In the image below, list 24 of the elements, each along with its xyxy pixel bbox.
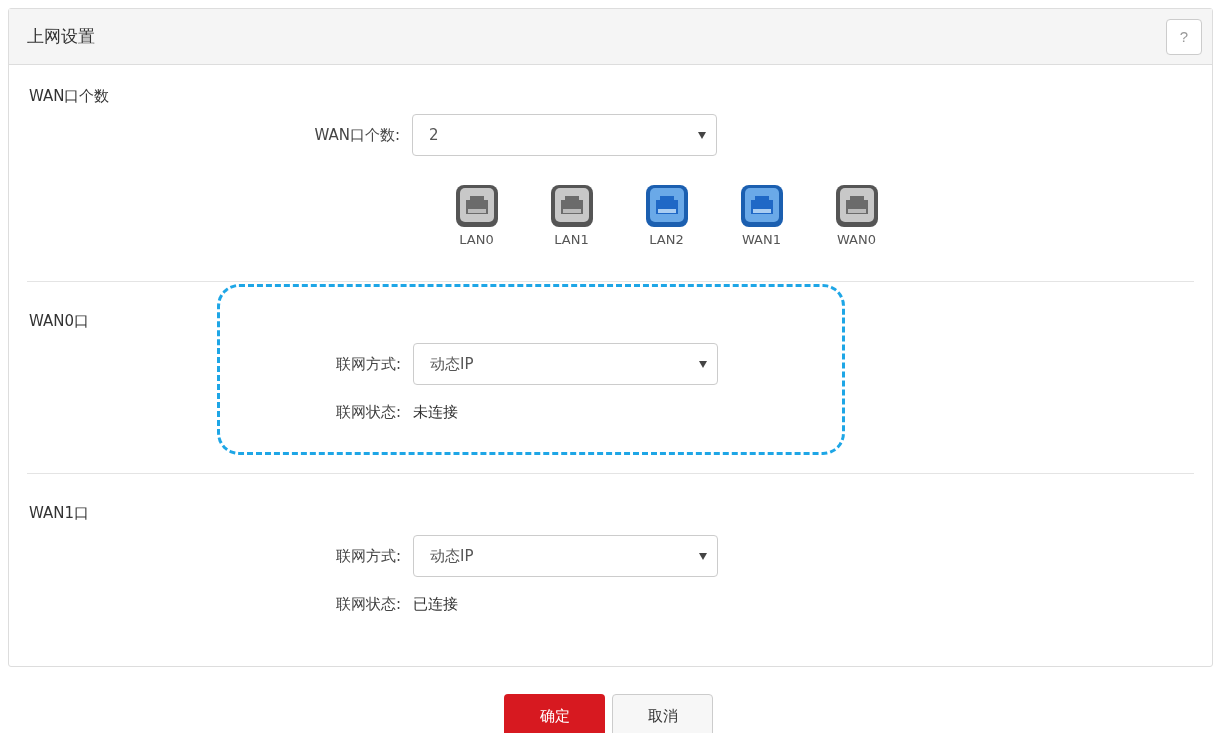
field-label: 联网状态: bbox=[334, 595, 402, 614]
section-heading: WAN口个数 bbox=[29, 87, 111, 106]
connection-mode-select[interactable]: 动态IP bbox=[413, 535, 718, 577]
section-heading: WAN0口 bbox=[29, 312, 91, 331]
field-label: 联网方式: bbox=[334, 546, 402, 566]
wan-count-select[interactable]: 2 bbox=[412, 114, 717, 156]
port-label: WAN1 bbox=[741, 232, 781, 247]
status-value: 未连接 bbox=[413, 403, 458, 422]
cancel-button[interactable]: 取消 bbox=[612, 694, 713, 733]
port-label: LAN0 bbox=[459, 232, 494, 247]
field-label: 联网方式: bbox=[334, 354, 402, 374]
caret-icon bbox=[699, 552, 707, 560]
status-value: 已连接 bbox=[413, 595, 458, 614]
field-label: 联网状态: bbox=[334, 403, 402, 422]
caret-icon bbox=[699, 360, 707, 368]
ok-button[interactable]: 确定 bbox=[504, 694, 605, 733]
port-label: WAN0 bbox=[836, 232, 876, 247]
connection-mode-select[interactable]: 动态IP bbox=[413, 343, 718, 385]
field-label: WAN口个数: bbox=[313, 125, 401, 145]
port-label: LAN2 bbox=[649, 232, 684, 247]
section-heading: WAN1口 bbox=[29, 504, 91, 523]
caret-icon bbox=[698, 131, 706, 139]
panel-title: 上网设置 bbox=[27, 25, 95, 48]
port-label: LAN1 bbox=[554, 232, 589, 247]
